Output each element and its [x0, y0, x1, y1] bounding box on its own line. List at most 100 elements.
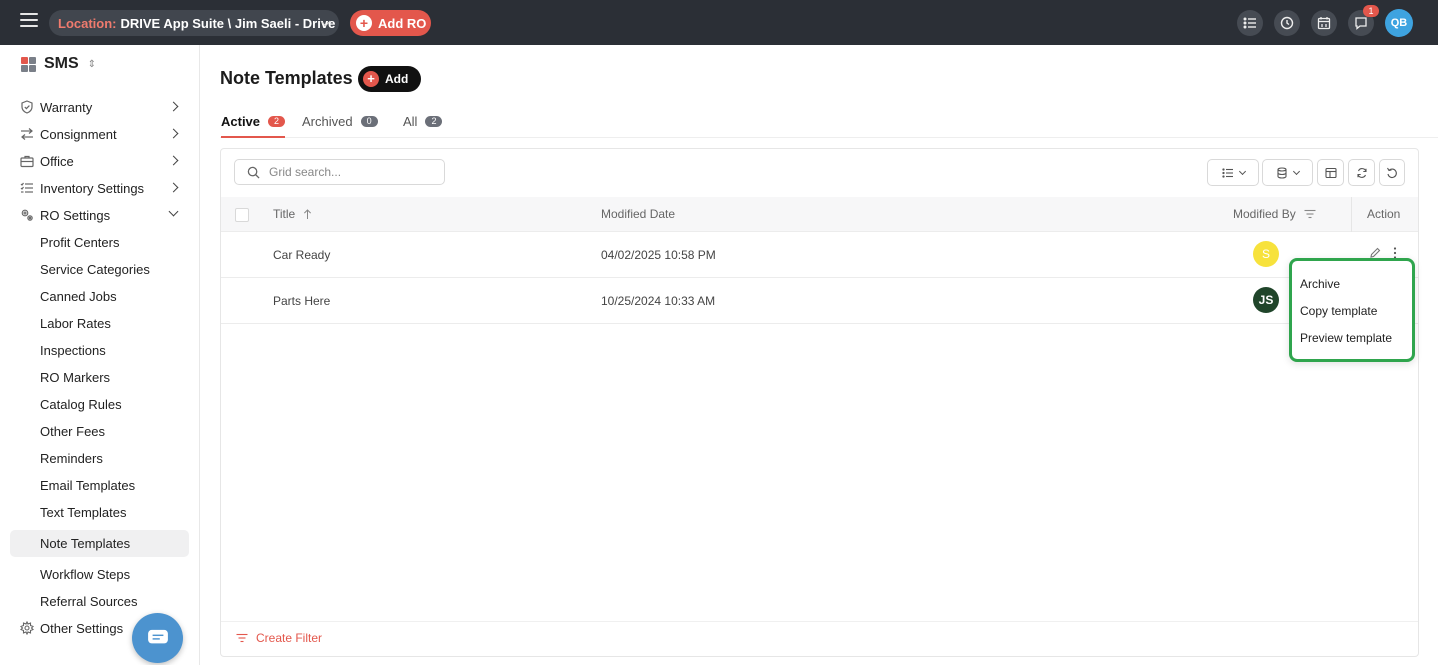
sidebar-item-note-templates[interactable]: Note Templates: [40, 533, 130, 553]
menu-item-preview-template[interactable]: Preview template: [1300, 331, 1392, 345]
sidebar-item-label: Other Settings: [40, 620, 124, 636]
column-label: Title: [273, 207, 296, 221]
chat-widget-button[interactable]: [132, 613, 183, 663]
menu-item-archive[interactable]: Archive: [1300, 277, 1340, 291]
refresh-button[interactable]: [1348, 159, 1375, 186]
location-label: Location:: [58, 15, 117, 31]
row-action-menu: Archive Copy template Preview template: [1289, 258, 1415, 362]
columns-button[interactable]: [1317, 159, 1344, 186]
refresh-icon: [1356, 167, 1367, 178]
sidebar-item-inventory-settings[interactable]: Inventory Settings: [20, 177, 185, 199]
sidebar-item-inspections[interactable]: Inspections: [40, 340, 106, 360]
undo-icon: [1387, 167, 1397, 178]
app-switcher[interactable]: SMS ⇕: [21, 55, 96, 73]
sidebar-item-office[interactable]: Office: [20, 150, 185, 172]
tab-label: All: [403, 114, 418, 129]
row-modified-date: 10/25/2024 10:33 AM: [601, 294, 716, 308]
list-icon[interactable]: [1237, 10, 1263, 36]
tab-label: Archived: [302, 114, 353, 129]
gears-icon: [20, 208, 34, 222]
user-avatar[interactable]: QB: [1385, 9, 1413, 37]
add-ro-label: Add RO: [378, 15, 427, 31]
sidebar-item-canned-jobs[interactable]: Canned Jobs: [40, 286, 117, 306]
row-modified-date: 04/02/2025 10:58 PM: [601, 248, 716, 262]
sidebar-item-profit-centers[interactable]: Profit Centers: [40, 232, 119, 252]
checklist-icon: [20, 181, 34, 195]
sidebar-item-workflow-steps[interactable]: Workflow Steps: [40, 564, 130, 584]
sidebar-item-reminders[interactable]: Reminders: [40, 448, 103, 468]
add-button-label: Add: [385, 72, 409, 86]
create-filter-button[interactable]: Create Filter: [236, 631, 322, 645]
sort-ascending-icon: [304, 208, 312, 219]
chevron-right-icon: [168, 155, 179, 166]
location-value: DRIVE App Suite \ Jim Saeli - Drive: [120, 15, 336, 31]
calendar-icon[interactable]: [1311, 10, 1337, 36]
sidebar-item-catalog-rules[interactable]: Catalog Rules: [40, 394, 122, 414]
status-tabs: Active 2 Archived 0 All 2: [220, 110, 1438, 138]
sidebar-item-email-templates[interactable]: Email Templates: [40, 475, 135, 495]
add-button[interactable]: + Add: [358, 66, 421, 92]
sidebar-item-label: RO Settings: [40, 207, 111, 223]
sidebar: SMS ⇕ Warranty Consignment Office Invent…: [0, 45, 200, 665]
count-badge: 0: [360, 116, 378, 127]
column-header-modified-date[interactable]: Modified Date: [601, 207, 675, 221]
sidebar-item-label: Warranty: [40, 99, 93, 115]
chevron-down-icon: [168, 206, 179, 217]
search-icon: [247, 166, 260, 179]
table-row[interactable]: [221, 232, 1418, 278]
menu-icon[interactable]: [20, 13, 38, 29]
add-ro-button[interactable]: + Add RO: [350, 10, 431, 36]
list-icon: [1221, 167, 1233, 178]
location-selector[interactable]: Location: DRIVE App Suite \ Jim Saeli - …: [49, 10, 339, 36]
modified-by-avatar: S: [1253, 241, 1279, 267]
top-bar: Location: DRIVE App Suite \ Jim Saeli - …: [0, 0, 1438, 45]
sidebar-item-service-categories[interactable]: Service Categories: [40, 259, 150, 279]
sidebar-item-text-templates[interactable]: Text Templates: [40, 502, 126, 522]
column-header-action: Action: [1367, 207, 1400, 221]
shield-icon: [20, 100, 34, 114]
sidebar-item-other-fees[interactable]: Other Fees: [40, 421, 105, 441]
count-badge: 2: [425, 116, 443, 127]
sidebar-item-consignment[interactable]: Consignment: [20, 123, 185, 145]
notification-badge: 1: [1363, 5, 1379, 17]
reset-button[interactable]: [1379, 159, 1405, 186]
table-row[interactable]: [221, 278, 1418, 324]
briefcase-icon: [20, 154, 34, 168]
grid-search-input[interactable]: Grid search...: [234, 159, 445, 185]
search-placeholder: Grid search...: [269, 165, 342, 179]
sidebar-item-warranty[interactable]: Warranty: [20, 96, 185, 118]
sidebar-item-ro-markers[interactable]: RO Markers: [40, 367, 110, 387]
sidebar-item-labor-rates[interactable]: Labor Rates: [40, 313, 111, 333]
column-header-modified-by[interactable]: Modified By: [1233, 207, 1316, 221]
sidebar-item-referral-sources[interactable]: Referral Sources: [40, 591, 138, 611]
tab-all[interactable]: All 2: [403, 114, 443, 138]
row-title[interactable]: Car Ready: [273, 248, 330, 262]
column-header-title[interactable]: Title: [273, 207, 312, 221]
column-divider: [1351, 197, 1352, 232]
menu-item-copy-template[interactable]: Copy template: [1300, 304, 1377, 318]
filter-bar: [221, 621, 1418, 656]
page-title: Note Templates: [220, 68, 353, 88]
chat-bubble-icon: [147, 629, 168, 644]
tab-label: Active: [221, 114, 261, 129]
tab-archived[interactable]: Archived 0: [302, 114, 378, 138]
column-label: Modified Date: [601, 207, 676, 221]
up-down-icon: ⇕: [87, 58, 97, 70]
export-options-button[interactable]: [1262, 159, 1313, 186]
chevron-right-icon: [168, 128, 179, 139]
tab-active[interactable]: Active 2: [221, 114, 286, 138]
filter-icon: [236, 633, 248, 643]
clock-icon[interactable]: [1274, 10, 1300, 36]
database-icon: [1277, 166, 1287, 179]
app-grid-icon: [21, 56, 36, 72]
chevron-down-icon: [1292, 167, 1301, 175]
modified-by-avatar: JS: [1253, 287, 1279, 313]
gear-icon: [20, 621, 34, 635]
sidebar-item-label: Consignment: [40, 126, 117, 142]
select-all-checkbox[interactable]: [235, 208, 249, 222]
chevron-right-icon: [168, 182, 179, 193]
row-title[interactable]: Parts Here: [273, 294, 330, 308]
swap-arrows-icon: [20, 127, 34, 141]
sidebar-item-ro-settings[interactable]: RO Settings: [20, 204, 185, 226]
view-options-button[interactable]: [1207, 159, 1259, 186]
